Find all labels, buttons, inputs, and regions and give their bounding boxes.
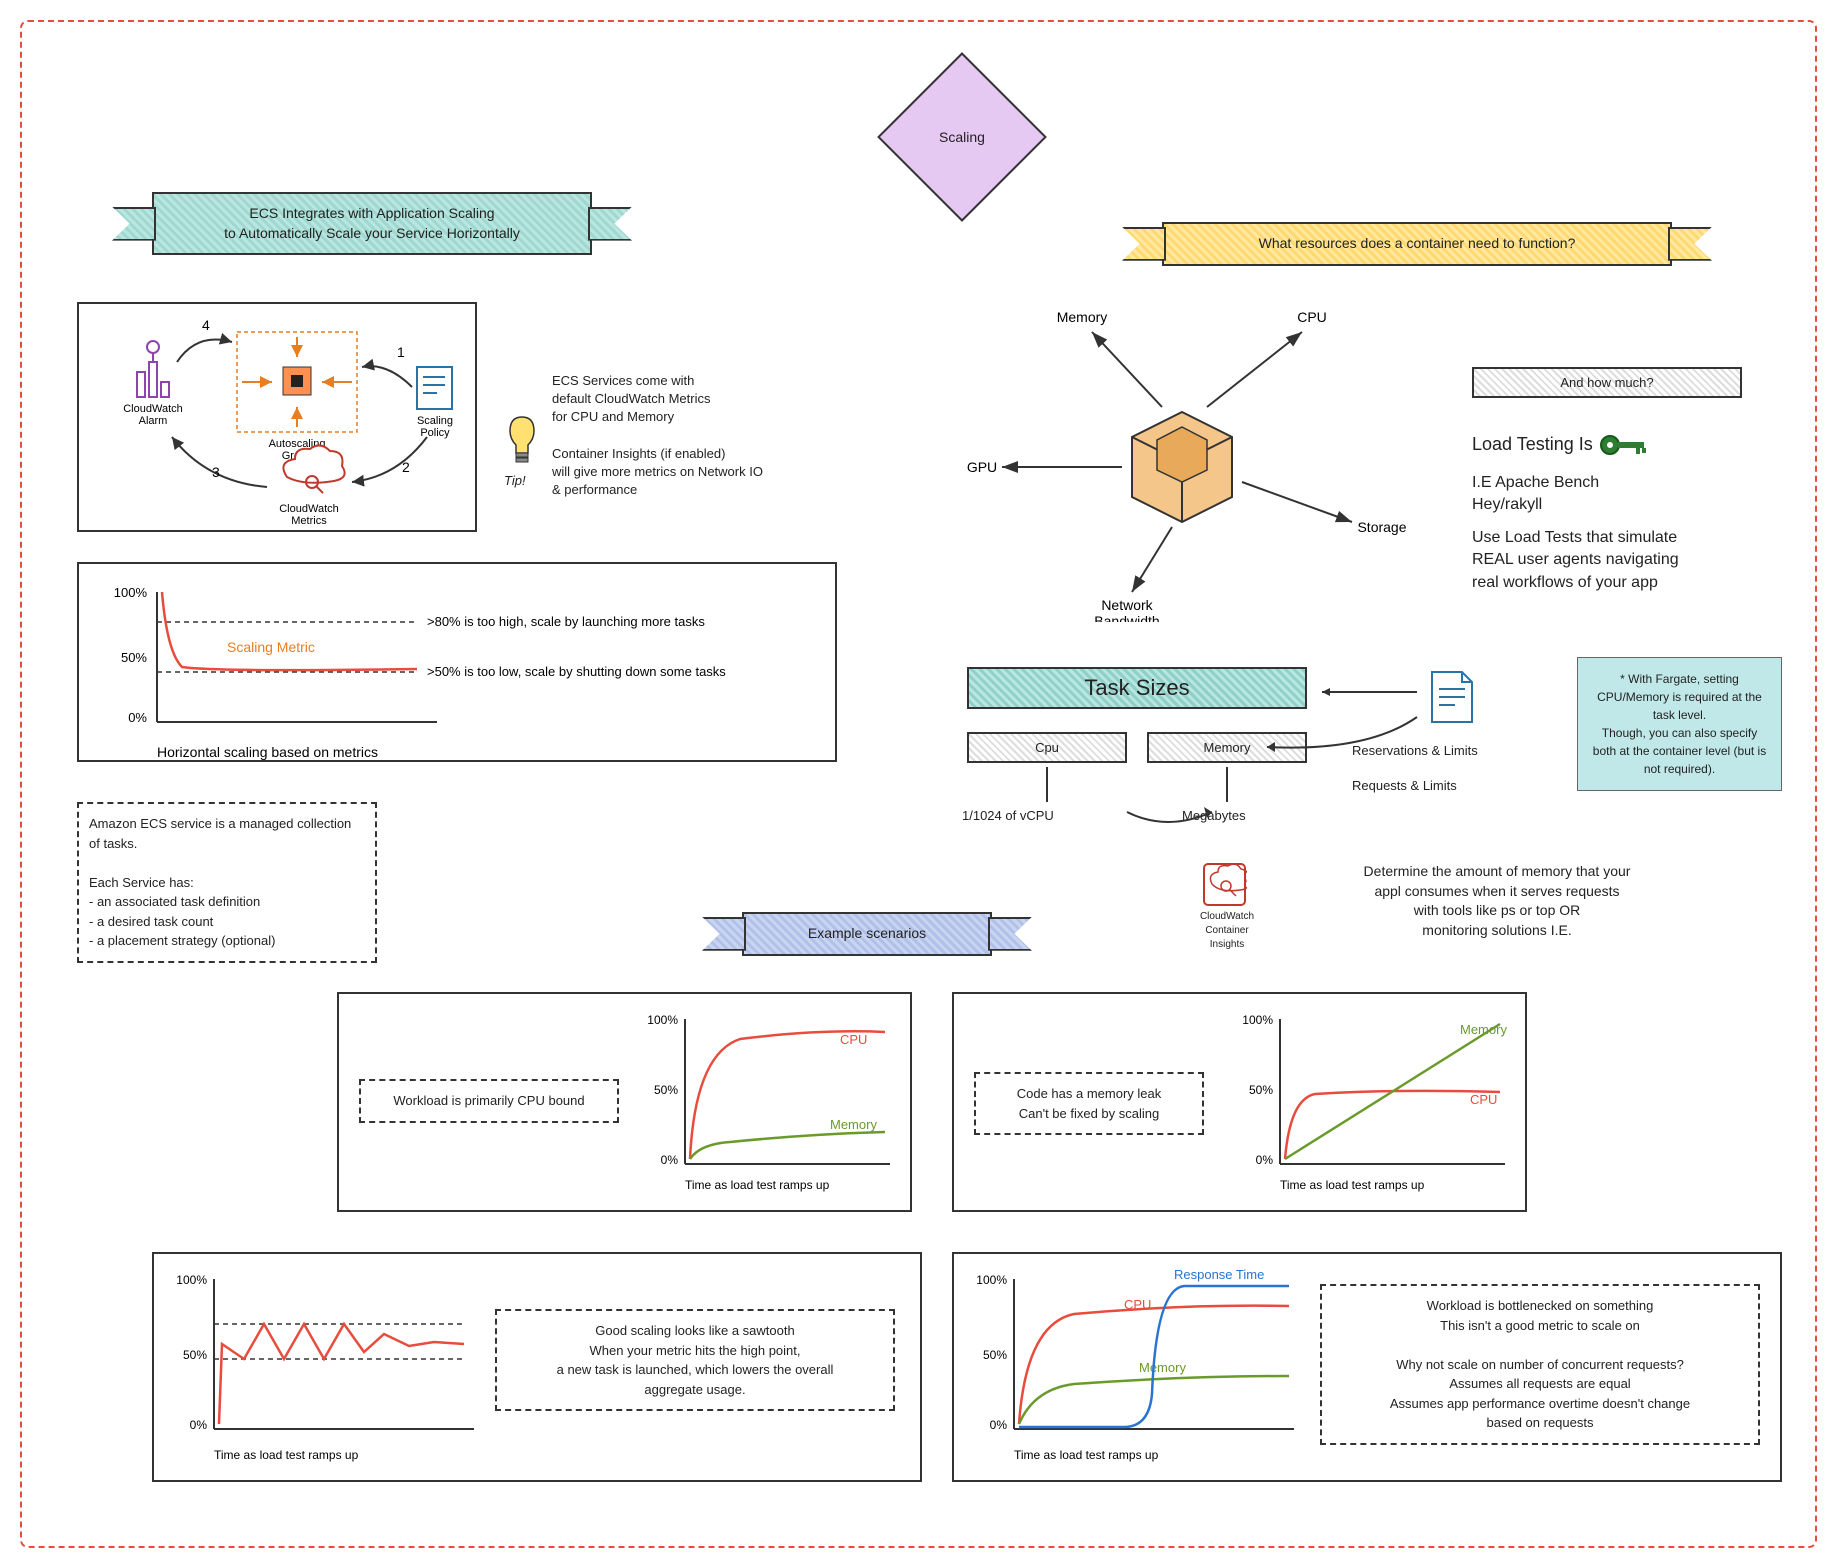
svg-text:Storage: Storage (1357, 519, 1406, 535)
fargate-note: * With Fargate, setting CPU/Memory is re… (1577, 657, 1782, 791)
diagram-canvas: Scaling ECS Integrates with Application … (20, 20, 1817, 1548)
svg-text:Memory: Memory (830, 1117, 877, 1132)
svg-text:100%: 100% (647, 1013, 678, 1027)
document-icon (1427, 667, 1477, 727)
svg-text:NetworkBandwidth: NetworkBandwidth (1094, 597, 1159, 622)
svg-text:CPU: CPU (1470, 1092, 1497, 1107)
svg-text:4: 4 (202, 317, 210, 333)
svg-text:50%: 50% (121, 650, 147, 665)
reservations-label: Reservations & Limits (1352, 742, 1478, 760)
svg-text:0%: 0% (190, 1418, 208, 1432)
svg-text:50%: 50% (183, 1348, 207, 1362)
resources-star-diagram: Memory CPU GPU Storage NetworkBandwidth (952, 292, 1412, 622)
svg-text:GPU: GPU (967, 459, 997, 475)
svg-text:1: 1 (397, 344, 405, 360)
svg-text:CPU: CPU (1297, 309, 1327, 325)
svg-text:0%: 0% (1256, 1153, 1274, 1167)
svg-text:100%: 100% (114, 585, 148, 600)
svg-text:Memory: Memory (1139, 1360, 1186, 1375)
svg-text:50%: 50% (1249, 1083, 1273, 1097)
svg-text:>50% is too low, scale by shut: >50% is too low, scale by shutting down … (427, 664, 726, 679)
tip-label: Tip! (504, 472, 526, 490)
svg-text:CloudWatchAlarm: CloudWatchAlarm (123, 403, 183, 427)
svg-text:Horizontal scaling based on me: Horizontal scaling based on metrics (157, 744, 378, 760)
title-diamond: Scaling (877, 52, 1047, 222)
how-much-box: And how much? (1472, 367, 1742, 398)
svg-text:2: 2 (402, 459, 410, 475)
svg-text:Scaling Metric: Scaling Metric (227, 639, 315, 655)
title-text: Scaling (939, 129, 985, 145)
svg-text:CloudWatchMetrics: CloudWatchMetrics (279, 503, 339, 527)
svg-text:Time as load test ramps up: Time as load test ramps up (214, 1448, 359, 1462)
scaling-metric-graph: 100% 50% 0% Scaling Metric >80% is too h… (77, 562, 837, 762)
svg-text:CPU: CPU (1124, 1297, 1151, 1312)
svg-text:Time as load test ramps up: Time as load test ramps up (685, 1178, 830, 1192)
svg-text:0%: 0% (990, 1418, 1008, 1432)
insights-note: Determine the amount of memory that your… (1287, 862, 1707, 940)
svg-text:Time as load test ramps up: Time as load test ramps up (1014, 1448, 1159, 1462)
scenario-4-note: Workload is bottlenecked on something Th… (1320, 1284, 1760, 1445)
svg-text:Memory: Memory (1057, 309, 1108, 325)
scenario-2: Code has a memory leak Can't be fixed by… (952, 992, 1527, 1212)
container-insights-icon (1202, 862, 1247, 907)
requests-label: Requests & Limits (1352, 777, 1457, 795)
key-icon (1598, 433, 1648, 457)
svg-text:>80% is too high, scale by lau: >80% is too high, scale by launching mor… (427, 614, 705, 629)
svg-text:Response Time: Response Time (1174, 1267, 1264, 1282)
autoscale-svg: AutoscalingGroup CloudWatchAlarm Scaling… (87, 312, 483, 538)
scenario-4: 100% 50% 0% CPU Memory Response Time Tim… (952, 1252, 1782, 1482)
autoscale-diagram: AutoscalingGroup CloudWatchAlarm Scaling… (77, 302, 477, 532)
svg-text:0%: 0% (128, 710, 147, 725)
svg-text:Memory: Memory (1460, 1022, 1507, 1037)
left-banner: ECS Integrates with Application Scaling … (152, 192, 592, 255)
load-testing-heading: Load Testing Is (1472, 432, 1648, 457)
scenario-3: 100% 50% 0% Time as load test ramps up G… (152, 1252, 922, 1482)
cube-icon (1132, 412, 1232, 522)
load-testing-tools: I.E Apache Bench Hey/rakyll (1472, 472, 1599, 517)
scenario-1: Workload is primarily CPU bound 100% 50%… (337, 992, 912, 1212)
ecs-service-note: Amazon ECS service is a managed collecti… (77, 802, 377, 963)
svg-text:Time as load test ramps up: Time as load test ramps up (1280, 1178, 1425, 1192)
load-testing-advice: Use Load Tests that simulate REAL user a… (1472, 527, 1782, 594)
svg-text:100%: 100% (1242, 1013, 1273, 1027)
lightbulb-icon (502, 412, 542, 472)
svg-text:3: 3 (212, 464, 220, 480)
svg-text:50%: 50% (654, 1083, 678, 1097)
svg-text:50%: 50% (983, 1348, 1007, 1362)
scenario-1-note: Workload is primarily CPU bound (359, 1079, 619, 1123)
scenario-2-note: Code has a memory leak Can't be fixed by… (974, 1072, 1204, 1135)
insights-icon-label: CloudWatch Container Insights (1187, 910, 1267, 952)
scenario-3-note: Good scaling looks like a sawtooth When … (495, 1309, 895, 1411)
scaling-policy-icon (417, 367, 452, 409)
svg-text:ScalingPolicy: ScalingPolicy (417, 415, 453, 439)
svg-text:CPU: CPU (840, 1032, 867, 1047)
tip-text: ECS Services come with default CloudWatc… (552, 372, 822, 499)
svg-text:100%: 100% (976, 1273, 1007, 1287)
svg-text:100%: 100% (176, 1273, 207, 1287)
example-scenarios-banner: Example scenarios (742, 912, 992, 956)
svg-text:0%: 0% (661, 1153, 679, 1167)
right-banner: What resources does a container need to … (1162, 222, 1672, 266)
cloudwatch-alarm-icon (137, 341, 169, 397)
